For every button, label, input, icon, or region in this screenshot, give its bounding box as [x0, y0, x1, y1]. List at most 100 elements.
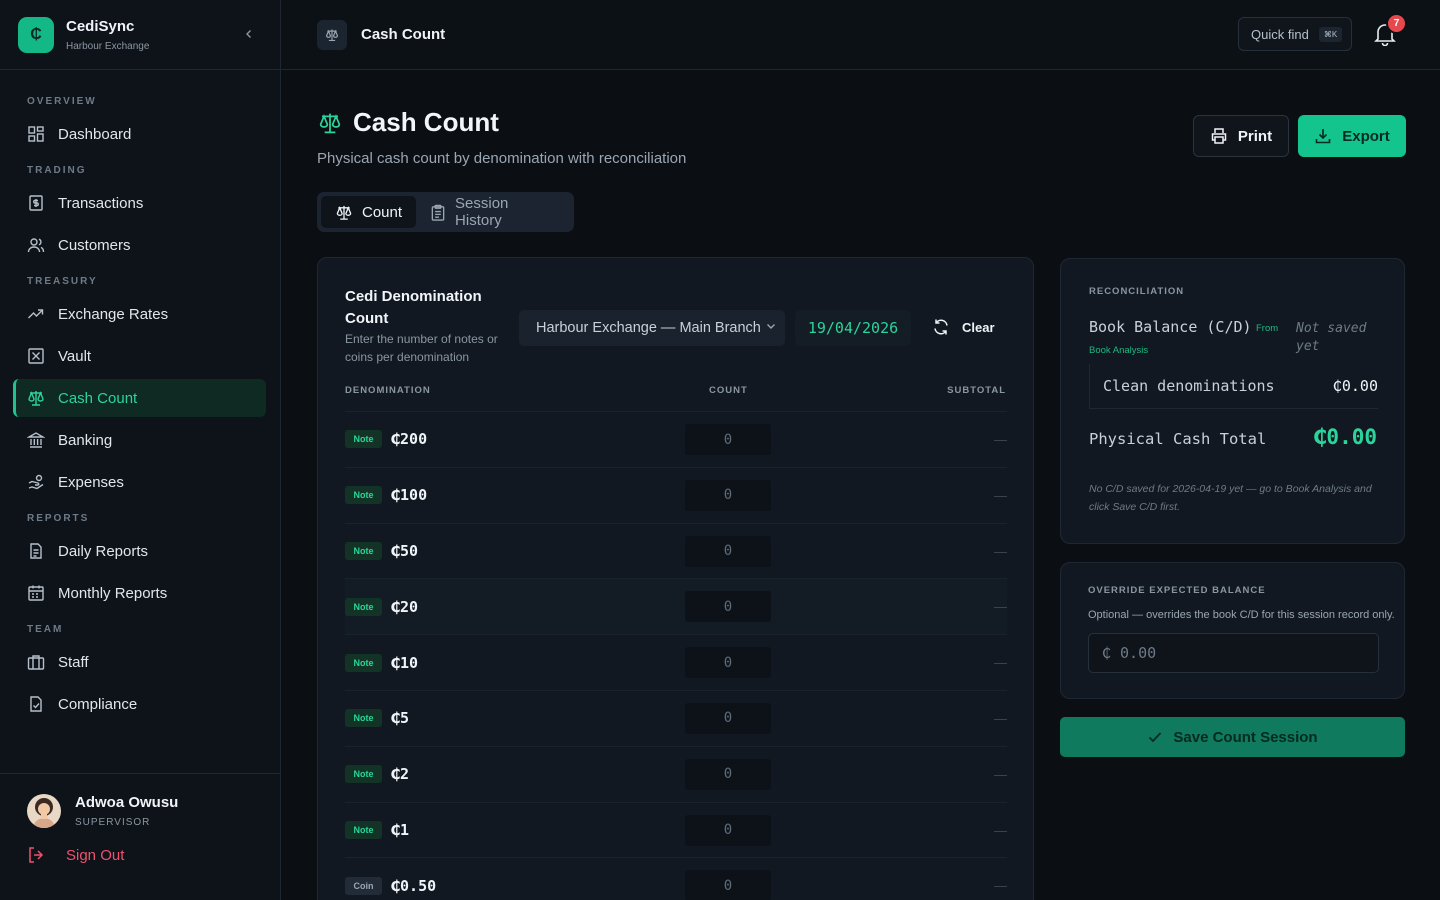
export-label: Export — [1342, 127, 1390, 145]
sidebar-item-label: Customers — [58, 236, 131, 254]
sidebar-item-label: Exchange Rates — [58, 305, 169, 323]
type-badge: Note — [345, 486, 382, 505]
count-input[interactable]: 0 — [685, 758, 771, 790]
sidebar-item-banking[interactable]: Banking — [13, 421, 266, 459]
type-badge: Note — [345, 430, 382, 449]
subtotal-value: — — [994, 766, 1007, 782]
override-placeholder: 0.00 — [1120, 644, 1157, 662]
chevron-down-icon — [765, 320, 777, 336]
type-badge: Note — [345, 765, 382, 784]
sidebar-item-monthly-reports[interactable]: Monthly Reports — [13, 574, 266, 612]
users-icon — [27, 236, 45, 254]
date-field[interactable]: 19/04/2026 — [795, 310, 911, 346]
topbar: Cash Count Quick find ⌘K 7 — [281, 0, 1440, 70]
clean-denominations-value: ₵0.00 — [1332, 377, 1378, 395]
sidebar-item-expenses[interactable]: Expenses — [13, 463, 266, 501]
count-input[interactable]: 0 — [685, 591, 771, 623]
brand: ₵ CediSync Harbour Exchange — [0, 0, 280, 70]
table-row: Note ₵20 0 — — [345, 578, 1007, 635]
sidebar-item-label: Daily Reports — [58, 542, 149, 560]
print-button[interactable]: Print — [1193, 115, 1289, 157]
printer-icon — [1210, 127, 1228, 145]
type-badge: Note — [345, 653, 382, 672]
sidebar-item-label: Staff — [58, 653, 89, 671]
collapse-sidebar-icon[interactable] — [244, 26, 254, 42]
save-count-session-button[interactable]: Save Count Session — [1060, 717, 1405, 757]
card-title: Cedi Denomination Count — [345, 288, 482, 327]
avatar[interactable] — [27, 794, 61, 828]
physical-cash-label: Physical Cash Total — [1089, 430, 1267, 448]
shortcut-hint: ⌘K — [1318, 26, 1343, 42]
sidebar-item-dashboard[interactable]: Dashboard — [13, 115, 266, 153]
sidebar-item-label: Expenses — [58, 473, 124, 491]
nav-section-overview: OVERVIEW — [27, 96, 97, 107]
sidebar-item-cash-count[interactable]: Cash Count — [13, 379, 266, 417]
book-analysis-link[interactable]: Book Analysis — [1089, 345, 1148, 356]
brand-name: CediSync — [66, 17, 135, 35]
tab-label: Count — [362, 203, 403, 221]
count-input[interactable]: 0 — [685, 535, 771, 567]
override-label: OVERRIDE EXPECTED BALANCE — [1088, 585, 1266, 596]
type-badge: Note — [345, 709, 382, 728]
denomination-value: ₵5 — [391, 709, 410, 728]
quick-find-button[interactable]: Quick find ⌘K — [1238, 17, 1352, 51]
denomination-value: ₵0.50 — [391, 876, 437, 895]
export-button[interactable]: Export — [1298, 115, 1406, 157]
count-input[interactable]: 0 — [685, 479, 771, 511]
sidebar-item-vault[interactable]: Vault — [13, 337, 266, 375]
sidebar-item-exchange-rates[interactable]: Exchange Rates — [13, 295, 266, 333]
denomination-value: ₵100 — [391, 486, 428, 505]
nav-section-reports: REPORTS — [27, 513, 90, 524]
column-header-count: COUNT — [709, 385, 748, 396]
reconciliation-label: RECONCILIATION — [1089, 286, 1185, 297]
denomination-value: ₵200 — [391, 430, 428, 449]
view-tabs: Count Session History — [317, 192, 574, 232]
sidebar-item-compliance[interactable]: Compliance — [13, 685, 266, 723]
table-row: Note ₵100 0 — — [345, 466, 1007, 523]
type-badge: Note — [345, 820, 382, 839]
table-row: Note ₵1 0 — — [345, 801, 1007, 858]
subtotal-value: — — [994, 599, 1007, 615]
sidebar-item-transactions[interactable]: Transactions — [13, 184, 266, 222]
type-badge: Coin — [345, 876, 382, 895]
override-balance-input[interactable]: ₵ 0.00 — [1088, 633, 1379, 673]
sidebar-item-staff[interactable]: Staff — [13, 643, 266, 681]
logout-icon — [27, 846, 45, 864]
quick-find-label: Quick find — [1251, 26, 1309, 42]
sidebar-item-customers[interactable]: Customers — [13, 226, 266, 264]
count-input[interactable]: 0 — [685, 814, 771, 846]
topbar-title: Cash Count — [361, 26, 446, 43]
branch-select[interactable]: Harbour Exchange — Main Branch — [519, 310, 785, 346]
sidebar-item-label: Monthly Reports — [58, 584, 168, 602]
sign-out-button[interactable]: Sign Out — [0, 828, 280, 864]
denomination-count-card: Cedi Denomination Count Enter the number… — [317, 257, 1034, 900]
type-badge: Note — [345, 597, 382, 616]
column-header-subtotal: SUBTOTAL — [947, 385, 1006, 396]
subtotal-value: — — [994, 710, 1007, 726]
tab-count[interactable]: Count — [321, 196, 417, 228]
sidebar-nav: OVERVIEW Dashboard TRADING Transactions … — [0, 70, 280, 723]
branch-select-value: Harbour Exchange — Main Branch — [536, 320, 761, 336]
denomination-value: ₵10 — [391, 653, 419, 672]
table-row: Note ₵2 0 — — [345, 745, 1007, 802]
count-input[interactable]: 0 — [685, 870, 771, 900]
tab-session-history[interactable]: Session History — [416, 195, 570, 229]
reconciliation-card: RECONCILIATION Book Balance (C/D) From B… — [1060, 258, 1405, 544]
column-header-denomination: DENOMINATION — [345, 385, 431, 396]
sidebar-item-daily-reports[interactable]: Daily Reports — [13, 532, 266, 570]
clear-button[interactable]: Clear — [932, 318, 995, 336]
table-row: Coin ₵0.50 0 — — [345, 857, 1007, 900]
count-input[interactable]: 0 — [685, 647, 771, 679]
subtotal-value: — — [994, 543, 1007, 559]
count-input[interactable]: 0 — [685, 702, 771, 734]
clean-denominations-label: Clean denominations — [1103, 377, 1275, 395]
scale-icon — [317, 111, 343, 135]
table-row: Note ₵50 0 — — [345, 522, 1007, 579]
count-input[interactable]: 0 — [685, 424, 771, 455]
tab-label: Session History — [455, 195, 509, 229]
sidebar: ₵ CediSync Harbour Exchange OVERVIEW Das… — [0, 0, 281, 900]
user-name: Adwoa Owusu — [75, 794, 179, 811]
check-icon — [1147, 729, 1163, 745]
sidebar-item-label: Dashboard — [58, 125, 132, 143]
card-description: Enter the number of notes or coins per d… — [345, 332, 498, 364]
